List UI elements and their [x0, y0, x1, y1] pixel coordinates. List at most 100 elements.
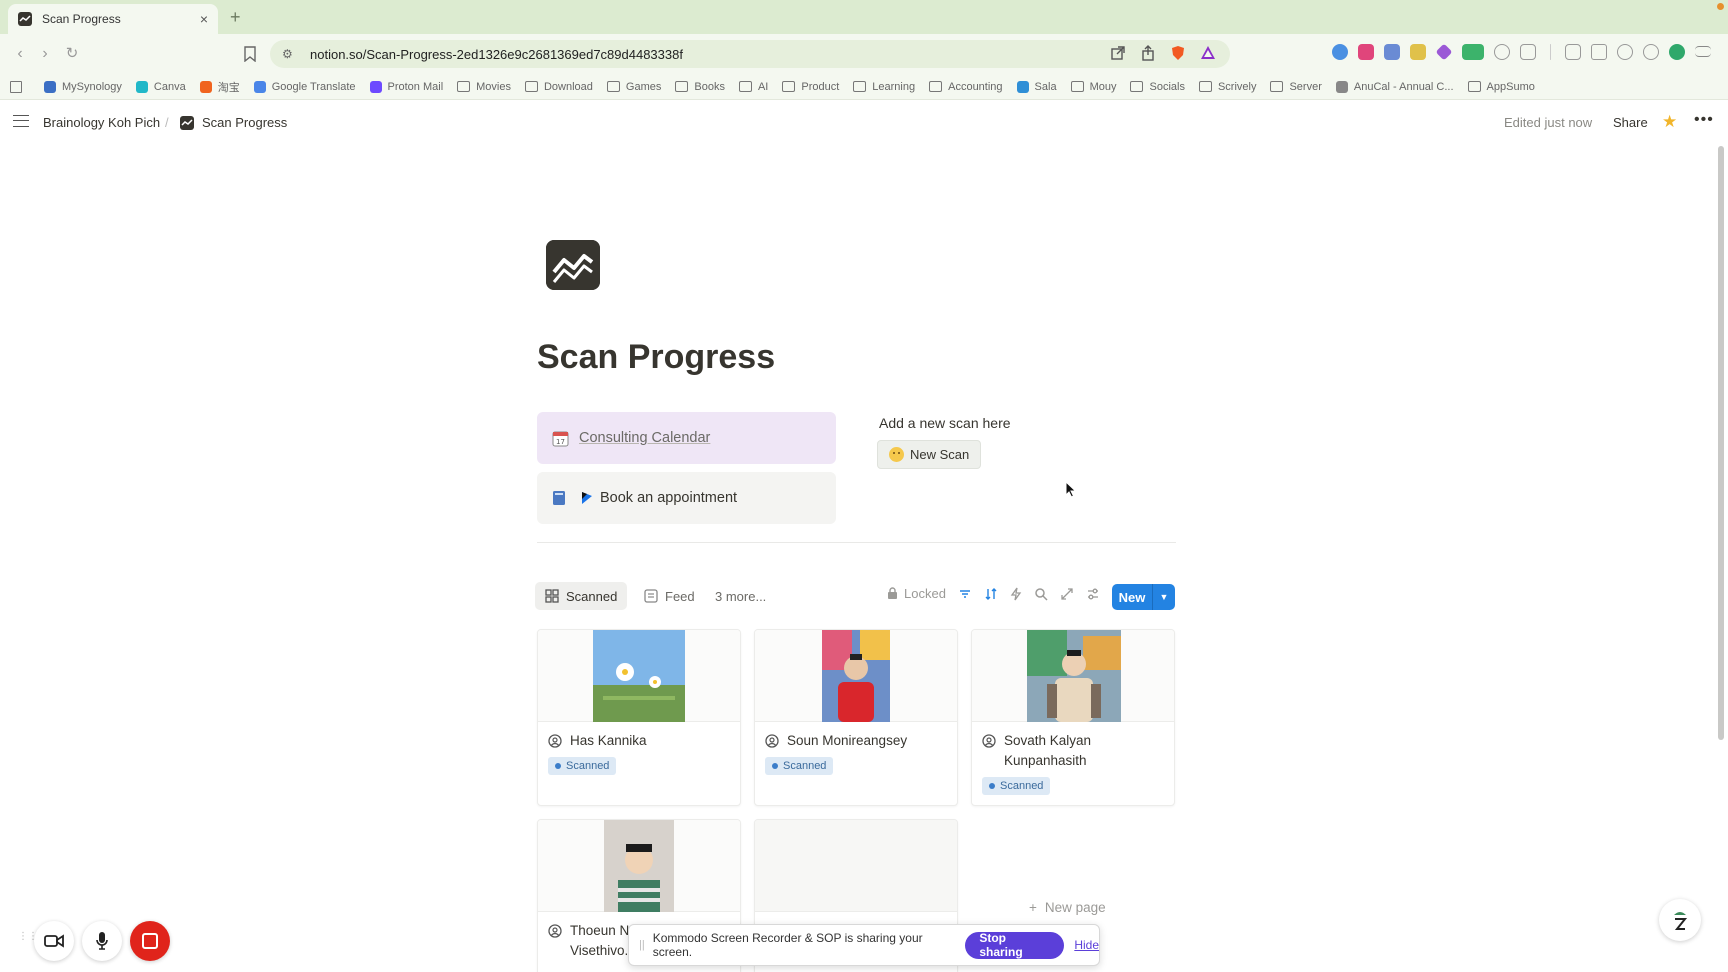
reload-icon[interactable]: ↻ — [62, 44, 82, 64]
share-page-icon[interactable] — [1140, 45, 1156, 61]
recorder-drag-handle-icon[interactable]: ⋮⋮ — [18, 932, 38, 949]
vpn-shield-icon[interactable] — [1643, 44, 1659, 60]
bookmark-item[interactable]: Sala — [1016, 80, 1057, 93]
locked-indicator[interactable]: Locked — [887, 586, 946, 601]
stop-recording-button[interactable] — [130, 921, 170, 961]
chevron-down-icon[interactable]: ▼ — [1153, 592, 1175, 602]
bookmark-item[interactable]: Books — [675, 81, 725, 93]
bookmark-item[interactable]: MySynology — [44, 80, 122, 93]
recorder-controls: ⋮⋮ — [18, 921, 170, 961]
sidebar-toggle-icon[interactable] — [1565, 44, 1581, 60]
help-assistant-button[interactable] — [1659, 899, 1701, 941]
bookmark-item[interactable]: AnuCal - Annual C... — [1335, 80, 1454, 93]
bookmark-item[interactable]: Server — [1270, 81, 1322, 93]
drag-handle-icon[interactable]: || — [639, 939, 645, 951]
share-button[interactable]: Share — [1613, 115, 1648, 130]
bookmark-label: Learning — [872, 80, 916, 93]
bookmark-item[interactable]: 淘宝 — [199, 79, 240, 95]
bookmark-item[interactable]: Scrively — [1198, 81, 1256, 93]
new-tab-button[interactable]: + — [230, 7, 241, 28]
bookmark-icon[interactable] — [244, 46, 256, 62]
bookmark-item[interactable]: Mouy — [1070, 81, 1116, 93]
extension-camera-icon[interactable] — [1358, 44, 1374, 60]
bookmark-item[interactable]: Download — [524, 81, 593, 93]
extension-leaf-icon[interactable] — [1669, 44, 1685, 60]
microphone-toggle-button[interactable] — [82, 921, 122, 961]
bookmark-item[interactable]: AppSumo — [1467, 81, 1535, 93]
page-scrollbar[interactable] — [1718, 146, 1724, 740]
sidebar-menu-icon[interactable] — [13, 115, 29, 127]
card-title: Sovath Kalyan Kunpanhasith — [972, 722, 1174, 771]
sort-icon[interactable] — [984, 587, 998, 601]
new-scan-button[interactable]: New Scan — [877, 440, 982, 469]
browser-tab-scan-progress[interactable]: Scan Progress × — [8, 4, 218, 34]
bookmark-item[interactable]: Accounting — [929, 81, 1003, 93]
browser-toolbar: ‹ › ↻ ⚙ notion.so/Scan-Progress-2ed1326e… — [0, 34, 1728, 74]
extension-box-icon[interactable] — [1520, 44, 1536, 60]
breadcrumb-workspace[interactable]: Brainology Koh Pich — [43, 115, 160, 130]
extension-diamond-icon[interactable] — [1435, 43, 1453, 61]
view-tab-scanned[interactable]: Scanned — [535, 582, 628, 610]
bookmark-item[interactable]: Proton Mail — [369, 80, 443, 93]
bookmark-item[interactable]: AI — [738, 81, 768, 93]
expand-icon[interactable] — [1060, 587, 1074, 601]
leo-ai-icon[interactable] — [1617, 44, 1633, 60]
bookmark-item[interactable]: Movies — [457, 81, 511, 93]
new-page-button[interactable]: + New page — [1029, 900, 1106, 915]
address-bar[interactable]: ⚙ notion.so/Scan-Progress-2ed1326e9c2681… — [270, 40, 1230, 68]
brave-shield-icon[interactable] — [1170, 45, 1186, 61]
wallet-icon[interactable] — [1591, 44, 1607, 60]
close-tab-icon[interactable]: × — [200, 11, 208, 27]
page-title[interactable]: Scan Progress — [537, 338, 775, 377]
bookmark-label: Games — [625, 80, 662, 93]
trend-chart-icon[interactable] — [546, 240, 600, 290]
more-views-label: 3 more... — [715, 588, 767, 604]
extensions-row — [1332, 43, 1711, 61]
bookmark-item[interactable]: Product — [782, 81, 839, 93]
automation-bolt-icon[interactable] — [1010, 587, 1022, 601]
apps-grid-icon[interactable] — [10, 80, 28, 93]
gallery-card[interactable]: Sovath Kalyan Kunpanhasith Scanned — [971, 629, 1175, 806]
brave-rewards-icon[interactable] — [1200, 45, 1216, 61]
bookmark-item[interactable]: Games — [606, 80, 662, 93]
bookmark-item[interactable]: Google Translate — [253, 80, 356, 93]
bookmark-item[interactable]: Canva — [135, 80, 186, 93]
microphone-icon — [96, 932, 108, 950]
extension-info-icon[interactable] — [1332, 44, 1348, 60]
lock-icon — [888, 587, 897, 599]
extension-recorder-icon[interactable] — [1462, 44, 1484, 60]
back-arrow-icon[interactable]: ‹ — [10, 44, 30, 64]
bookmark-item[interactable]: Socials — [1130, 80, 1185, 93]
bookmark-label: Product — [801, 80, 840, 93]
view-tab-feed[interactable]: Feed — [634, 582, 705, 610]
gallery-card[interactable]: Soun Monireangsey Scanned — [754, 629, 958, 806]
filter-icon[interactable] — [958, 587, 972, 601]
more-views-button[interactable]: 3 more... — [705, 582, 776, 610]
folder-icon — [1270, 81, 1284, 92]
bookmark-item[interactable]: Learning — [853, 81, 915, 93]
toolbar-divider — [1550, 44, 1551, 60]
book-appointment-link[interactable]: Book an appointment — [537, 472, 836, 524]
settings-sliders-icon[interactable] — [1086, 587, 1100, 601]
bookmark-label: Socials — [1149, 80, 1185, 93]
new-record-button[interactable]: New ▼ — [1112, 584, 1175, 610]
hide-banner-link[interactable]: Hide — [1074, 938, 1099, 952]
consulting-calendar-link[interactable]: 17 Consulting Calendar — [537, 412, 836, 464]
gallery-card[interactable]: Has Kannika Scanned — [537, 629, 741, 806]
browser-menu-icon[interactable] — [1695, 46, 1711, 57]
extension-window-icon[interactable] — [1384, 44, 1400, 60]
site-settings-icon[interactable]: ⚙ — [282, 47, 296, 61]
view-tab-feed-label: Feed — [665, 588, 695, 604]
card-cover — [755, 630, 957, 722]
search-icon[interactable] — [1034, 587, 1048, 601]
camera-toggle-button[interactable] — [34, 921, 74, 961]
stop-sharing-button[interactable]: Stop sharing — [965, 931, 1065, 959]
breadcrumb-page[interactable]: Scan Progress — [180, 115, 287, 130]
more-options-button[interactable]: ••• — [1694, 111, 1714, 129]
favorite-star-icon[interactable]: ★ — [1662, 112, 1677, 132]
extension-chat-icon[interactable] — [1494, 44, 1510, 60]
forward-arrow-icon[interactable]: › — [35, 44, 55, 64]
extension-ticket-icon[interactable] — [1410, 44, 1426, 60]
book-appointment-label: Book an appointment — [600, 490, 738, 506]
open-external-icon[interactable] — [1110, 45, 1126, 61]
